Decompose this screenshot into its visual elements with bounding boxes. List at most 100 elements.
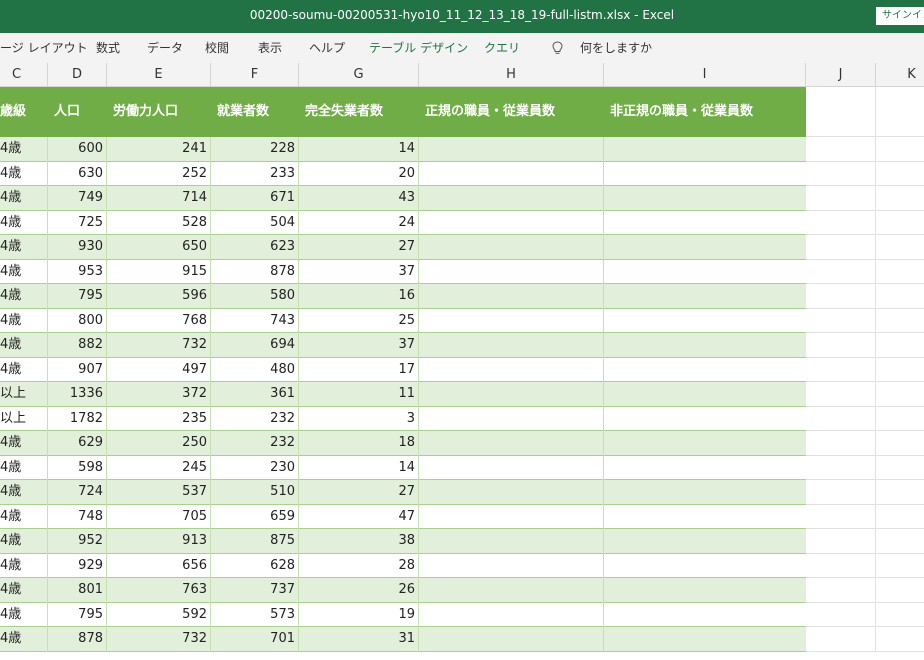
header-cell-population[interactable]: 人口 [48, 87, 107, 137]
age-cell[interactable]: 4歳 [0, 333, 48, 358]
population-cell[interactable]: 724 [48, 480, 107, 505]
age-cell[interactable]: 4歳 [0, 578, 48, 603]
grid-cell[interactable] [806, 504, 876, 529]
grid-cell[interactable] [876, 407, 924, 431]
empty-cell[interactable] [419, 309, 604, 334]
labor-force-cell[interactable]: 252 [107, 162, 211, 187]
employed-cell[interactable]: 671 [211, 186, 299, 211]
empty-cell[interactable] [419, 235, 604, 260]
tab-page-layout[interactable]: ージ レイアウト [0, 33, 88, 63]
empty-cell[interactable] [419, 284, 604, 309]
grid-cell[interactable] [876, 260, 924, 284]
spreadsheet-grid[interactable]: 歳級 人口 労働力人口 就業者数 完全失業者数 正規の職員・従業員数 非正規の職… [0, 87, 924, 660]
unemployed-cell[interactable]: 25 [299, 309, 419, 334]
grid-cell[interactable] [806, 529, 876, 554]
grid-cell[interactable] [876, 480, 924, 505]
grid-cell[interactable] [806, 161, 876, 186]
age-cell[interactable]: 4歳 [0, 627, 48, 652]
grid-cell[interactable] [806, 259, 876, 284]
age-cell[interactable]: 4歳 [0, 162, 48, 187]
unemployed-cell[interactable]: 14 [299, 456, 419, 481]
employed-cell[interactable]: 580 [211, 284, 299, 309]
age-cell[interactable]: 4歳 [0, 431, 48, 456]
employed-cell[interactable]: 228 [211, 137, 299, 162]
employed-cell[interactable]: 361 [211, 382, 299, 407]
tab-formulas[interactable]: 数式 [96, 33, 120, 63]
signin-button[interactable]: サインイン [876, 7, 924, 25]
age-cell[interactable]: 4歳 [0, 137, 48, 162]
employed-cell[interactable]: 628 [211, 554, 299, 579]
grid-cell[interactable] [876, 554, 924, 578]
population-cell[interactable]: 1336 [48, 382, 107, 407]
column-header-k[interactable]: K [876, 63, 924, 87]
unemployed-cell[interactable]: 17 [299, 358, 419, 383]
grid-cell[interactable] [876, 529, 924, 554]
labor-force-cell[interactable]: 245 [107, 456, 211, 481]
employed-cell[interactable]: 232 [211, 407, 299, 432]
unemployed-cell[interactable]: 47 [299, 505, 419, 530]
employed-cell[interactable]: 573 [211, 603, 299, 628]
grid-cell[interactable] [876, 162, 924, 186]
age-cell[interactable]: 4歳 [0, 505, 48, 530]
age-cell[interactable]: 4歳 [0, 211, 48, 236]
grid-cell[interactable] [806, 627, 876, 652]
unemployed-cell[interactable]: 27 [299, 235, 419, 260]
labor-force-cell[interactable]: 705 [107, 505, 211, 530]
unemployed-cell[interactable]: 24 [299, 211, 419, 236]
empty-cell[interactable] [419, 186, 604, 211]
grid-cell[interactable] [876, 358, 924, 382]
empty-cell[interactable] [604, 529, 806, 554]
grid-cell[interactable] [806, 578, 876, 603]
header-cell-unemployed[interactable]: 完全失業者数 [299, 87, 419, 137]
grid-cell[interactable] [806, 284, 876, 309]
column-header-h[interactable]: H [419, 63, 604, 87]
empty-cell[interactable] [419, 603, 604, 628]
unemployed-cell[interactable]: 37 [299, 260, 419, 285]
empty-cell[interactable] [604, 137, 806, 162]
age-cell[interactable]: 4歳 [0, 186, 48, 211]
employed-cell[interactable]: 701 [211, 627, 299, 652]
age-cell[interactable]: 4歳 [0, 235, 48, 260]
population-cell[interactable]: 930 [48, 235, 107, 260]
tab-help[interactable]: ヘルプ [309, 33, 345, 63]
unemployed-cell[interactable]: 11 [299, 382, 419, 407]
empty-cell[interactable] [604, 627, 806, 652]
employed-cell[interactable]: 694 [211, 333, 299, 358]
empty-cell[interactable] [604, 260, 806, 285]
empty-cell[interactable] [604, 309, 806, 334]
empty-cell[interactable] [419, 407, 604, 432]
empty-cell[interactable] [604, 162, 806, 187]
population-cell[interactable]: 795 [48, 284, 107, 309]
population-cell[interactable]: 907 [48, 358, 107, 383]
unemployed-cell[interactable]: 31 [299, 627, 419, 652]
unemployed-cell[interactable]: 14 [299, 137, 419, 162]
empty-cell[interactable] [604, 456, 806, 481]
tab-review[interactable]: 校閲 [205, 33, 229, 63]
employed-cell[interactable]: 230 [211, 456, 299, 481]
empty-cell[interactable] [419, 162, 604, 187]
grid-cell[interactable] [806, 357, 876, 382]
unemployed-cell[interactable]: 16 [299, 284, 419, 309]
grid-cell[interactable] [876, 431, 924, 456]
grid-cell[interactable] [806, 455, 876, 480]
labor-force-cell[interactable]: 732 [107, 333, 211, 358]
labor-force-cell[interactable]: 497 [107, 358, 211, 383]
empty-cell[interactable] [419, 333, 604, 358]
age-cell[interactable]: 4歳 [0, 480, 48, 505]
tab-query[interactable]: クエリ [484, 33, 520, 63]
age-cell[interactable]: 4歳 [0, 529, 48, 554]
grid-cell[interactable] [806, 406, 876, 431]
population-cell[interactable]: 801 [48, 578, 107, 603]
unemployed-cell[interactable]: 27 [299, 480, 419, 505]
employed-cell[interactable]: 480 [211, 358, 299, 383]
employed-cell[interactable]: 510 [211, 480, 299, 505]
age-cell[interactable]: 以上 [0, 382, 48, 407]
unemployed-cell[interactable]: 38 [299, 529, 419, 554]
employed-cell[interactable]: 232 [211, 431, 299, 456]
header-cell-age[interactable]: 歳級 [0, 87, 48, 137]
age-cell[interactable]: 4歳 [0, 603, 48, 628]
grid-cell[interactable] [876, 578, 924, 603]
age-cell[interactable]: 4歳 [0, 358, 48, 383]
empty-cell[interactable] [419, 529, 604, 554]
empty-cell[interactable] [604, 480, 806, 505]
